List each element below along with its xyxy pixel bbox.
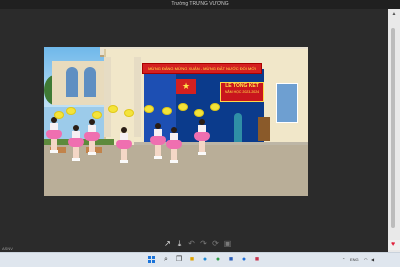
tray-language[interactable]: ENG <box>350 257 359 263</box>
window-title: Trường TRƯNG VƯƠNG <box>171 1 229 7</box>
viewer-toolbar: ASNV ↗ ⤓ ↶ ↷ ⟳ ▣ <box>0 237 388 252</box>
photo-arch <box>84 67 96 97</box>
photo-pompom <box>66 107 76 115</box>
photo-sign-line2: NĂM HỌC 2023-2024 <box>224 90 260 94</box>
undo-icon[interactable]: ↶ <box>187 239 196 248</box>
photo-podium <box>258 117 270 141</box>
photo-pompom <box>54 111 64 119</box>
task-view-icon[interactable]: ❐ <box>175 256 183 264</box>
photo-side-building <box>52 61 104 105</box>
photo-pompom <box>144 105 154 113</box>
photo-pompom <box>108 105 118 113</box>
photo-banner-text: MỪNG ĐẢNG MỪNG XUÂN - MỪNG ĐẤT NƯỚC ĐỔI … <box>148 66 256 71</box>
photo-pompom <box>178 103 188 111</box>
rotate-icon[interactable]: ⟳ <box>211 239 220 248</box>
file-explorer-icon[interactable]: ■ <box>188 256 196 264</box>
photo-pompom <box>162 107 172 115</box>
download-icon[interactable]: ⤓ <box>175 239 184 248</box>
share-icon[interactable]: ↗ <box>163 239 172 248</box>
photo-pillar <box>104 57 111 137</box>
title-bar: Trường TRƯNG VƯƠNG <box>0 0 400 9</box>
scrollbar-thumb[interactable] <box>391 28 395 228</box>
speaker-icon[interactable]: ◀ <box>371 257 374 263</box>
photo-window <box>276 83 298 123</box>
displayed-photo: MỪNG ĐẢNG MỪNG XUÂN - MỪNG ĐẤT NƯỚC ĐỔI … <box>44 47 308 196</box>
photo-pompom <box>210 103 220 111</box>
toolbar-left-label: ASNV <box>2 246 13 251</box>
photos-icon[interactable]: ■ <box>253 256 261 264</box>
photo-pillar <box>134 57 141 137</box>
flag-star-icon: ★ <box>182 81 191 91</box>
zalo-icon[interactable]: ● <box>240 256 248 264</box>
photo-viewer-screen: Trường TRƯNG VƯƠNG ▲ ▼ MỪNG ĐẢNG MỪNG XU… <box>0 0 400 267</box>
search-icon[interactable]: ⌕ <box>162 256 170 264</box>
redo-icon[interactable]: ↷ <box>199 239 208 248</box>
favorite-button[interactable]: ♥ <box>388 240 400 250</box>
photo-arch <box>66 67 78 97</box>
start-icon[interactable] <box>148 256 156 264</box>
photo-banner: MỪNG ĐẢNG MỪNG XUÂN - MỪNG ĐẤT NƯỚC ĐỔI … <box>142 63 262 74</box>
wifi-icon[interactable]: ◠ <box>364 257 368 263</box>
tray-chevron-icon[interactable]: ⌃ <box>342 257 345 263</box>
photo-sign-line1: LỄ TỔNG KẾT <box>225 83 259 89</box>
word-icon[interactable]: ■ <box>227 256 235 264</box>
edge-icon[interactable]: ● <box>201 256 209 264</box>
chrome-icon[interactable]: ● <box>214 256 222 264</box>
delete-icon[interactable]: ▣ <box>223 239 232 248</box>
heart-icon: ♥ <box>391 241 396 248</box>
photo-pompom <box>124 109 134 117</box>
photo-pompom <box>194 109 204 117</box>
windows-taskbar: ⌕ ❐ ■ ● ● ■ ● ■ ⌃ ENG ◠ ◀ <box>0 252 400 267</box>
photo-pompom <box>92 111 102 119</box>
scroll-up-arrow-icon[interactable]: ▲ <box>390 11 398 17</box>
photo-event-sign: LỄ TỔNG KẾT NĂM HỌC 2023-2024 <box>220 82 264 102</box>
